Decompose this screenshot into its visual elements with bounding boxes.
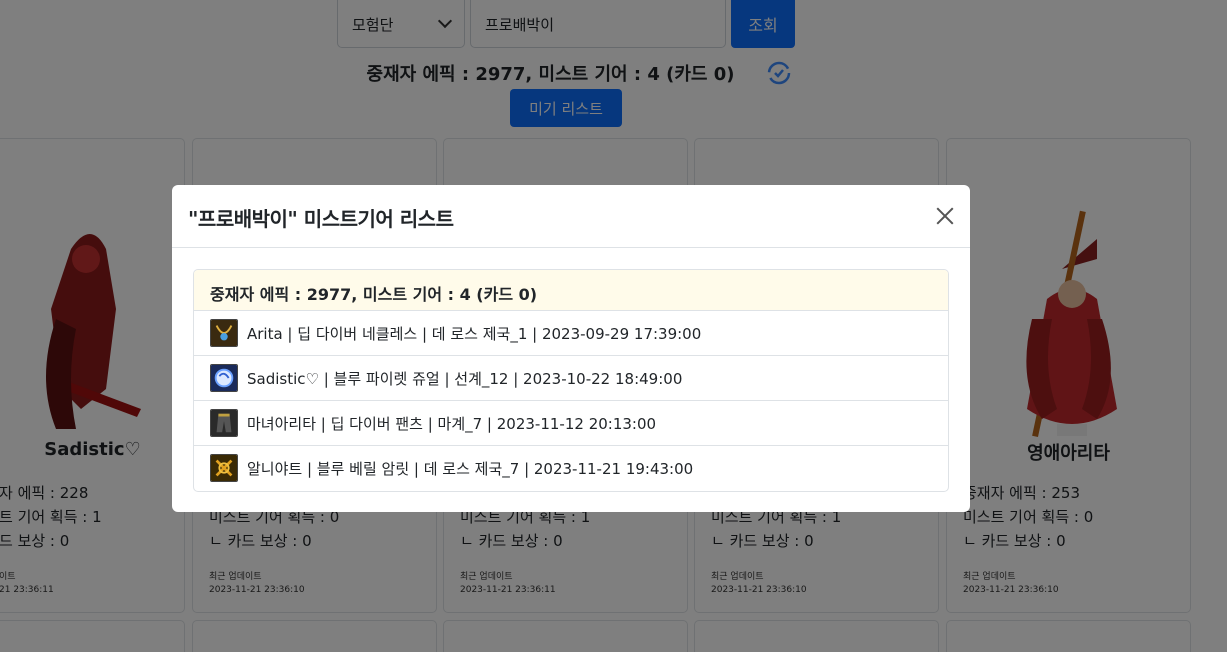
- list-item: Arita | 딥 다이버 네클레스 | 데 로스 제국_1 | 2023-09…: [194, 311, 948, 356]
- necklace-icon: [210, 319, 238, 347]
- close-icon[interactable]: [934, 205, 956, 227]
- item-text: 마녀아리타 | 딥 다이버 팬츠 | 마계_7 | 2023-11-12 20:…: [247, 415, 657, 433]
- item-text: Arita | 딥 다이버 네클레스 | 데 로스 제국_1 | 2023-09…: [247, 325, 702, 343]
- list-header: 중재자 에픽 : 2977, 미스트 기어 : 4 (카드 0): [194, 270, 948, 311]
- item-text: 알니야트 | 블루 베릴 암릿 | 데 로스 제국_7 | 2023-11-21…: [247, 460, 694, 478]
- amulet-icon: [210, 454, 238, 482]
- pants-icon: [210, 409, 238, 437]
- list-item: 마녀아리타 | 딥 다이버 팬츠 | 마계_7 | 2023-11-12 20:…: [194, 401, 948, 446]
- modal-body: 중재자 에픽 : 2977, 미스트 기어 : 4 (카드 0) Arita |…: [193, 269, 949, 492]
- mist-gear-list: 중재자 에픽 : 2977, 미스트 기어 : 4 (카드 0) Arita |…: [193, 269, 949, 492]
- modal-title: "프로배박이" 미스트기어 리스트: [188, 207, 454, 231]
- item-text: Sadistic♡ | 블루 파이렛 쥬얼 | 선계_12 | 2023-10-…: [247, 370, 683, 388]
- mist-gear-modal: "프로배박이" 미스트기어 리스트 중재자 에픽 : 2977, 미스트 기어 …: [172, 185, 970, 512]
- list-item: Sadistic♡ | 블루 파이렛 쥬얼 | 선계_12 | 2023-10-…: [194, 356, 948, 401]
- list-item: 알니야트 | 블루 베릴 암릿 | 데 로스 제국_7 | 2023-11-21…: [194, 446, 948, 491]
- modal-header: "프로배박이" 미스트기어 리스트: [172, 185, 970, 248]
- jewel-icon: [210, 364, 238, 392]
